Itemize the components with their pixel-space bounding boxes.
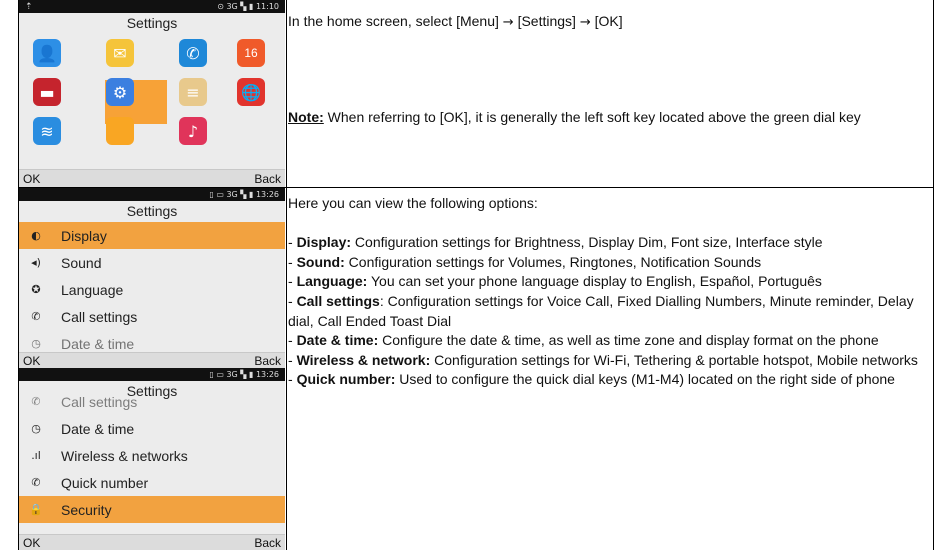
option-text: Used to configure the quick dial keys (M… <box>395 371 895 388</box>
option-description: - Sound: Configuration settings for Volu… <box>288 253 762 270</box>
settings-item-label: Date & time <box>61 420 135 437</box>
file-manager-icon[interactable] <box>106 117 134 145</box>
signal-icon: .ıl <box>31 449 41 462</box>
messages-icon[interactable]: ✉ <box>106 39 134 67</box>
settings-item-label: Display <box>61 227 107 244</box>
language-icon: ✪ <box>31 283 41 296</box>
table-border-right <box>933 0 934 550</box>
calendar-icon[interactable]: 16 <box>237 39 265 67</box>
option-term: Date & time: <box>296 332 379 349</box>
settings-item-label: Date & time <box>61 335 135 352</box>
status-text: ⊙ 3G ▚ ▮ 11:10 <box>217 2 279 11</box>
option-description: - Display: Configuration settings for Br… <box>288 234 823 251</box>
settings-gear-icon[interactable]: ⚙ <box>106 78 134 106</box>
option-description: - Quick number: Used to configure the qu… <box>288 371 895 388</box>
status-text: ▯ ▭ 3G ▚ ▮ 13:26 <box>209 370 279 379</box>
arrow-icon: → <box>579 15 591 30</box>
settings-item-label: Language <box>61 281 124 298</box>
table-column-divider <box>286 0 287 550</box>
settings-item[interactable]: ✆ Call settings <box>19 388 285 415</box>
settings-item[interactable]: 🔒 Security <box>19 496 285 523</box>
settings-item-label: Call settings <box>61 393 138 410</box>
call-icon: ✆ <box>31 395 41 408</box>
settings-item-label: Wireless & networks <box>61 447 188 464</box>
lock-icon: 🔒 <box>29 503 43 516</box>
settings-item[interactable]: .ıl Wireless & networks <box>19 442 285 469</box>
settings-item[interactable]: ◷ Date & time <box>19 415 285 442</box>
toolbox-icon[interactable]: ▬ <box>33 78 61 106</box>
wifi-icon[interactable]: ≋ <box>33 117 61 145</box>
signal-icon: ⇡ <box>25 1 33 12</box>
note-text: When referring to [OK], it is generally … <box>323 109 861 125</box>
step-instructions: In the home screen, select [Menu] → [Set… <box>288 12 928 33</box>
option-description: - Language: You can set your phone langu… <box>288 273 822 290</box>
option-term: Display: <box>296 234 352 251</box>
music-icon[interactable]: ♪ <box>179 117 207 145</box>
option-text: Configuration settings for Brightness, D… <box>351 234 823 251</box>
option-term: Call settings <box>296 292 380 309</box>
status-text: ▯ ▭ 3G ▚ ▮ 13:26 <box>209 190 279 199</box>
notes-icon[interactable]: ≡ <box>179 78 207 106</box>
clock-icon: ◷ <box>31 422 41 435</box>
soft-key-back[interactable]: Back <box>254 172 281 186</box>
option-text: : Configuration settings for Voice Call,… <box>288 292 914 329</box>
phone-settings-list-bottom: ▯ ▭ 3G ▚ ▮ 13:26 Settings ✆ Call settings… <box>19 368 285 550</box>
soft-key-ok[interactable]: OK <box>23 172 40 186</box>
option-term: Language: <box>296 273 368 290</box>
phone-home-menu-screenshot: ⇡ ⊙ 3G ▚ ▮ 11:10 Settings 👤 ✉ ✆ 16 ▬ ⚙ ≡ 🌐 ≋ ♪ OK… <box>19 0 285 187</box>
soft-key-bar: OK Back <box>19 169 285 187</box>
option-text: Configure the date & time, as well as ti… <box>378 332 879 349</box>
settings-item-label: Security <box>61 501 112 518</box>
soft-key-bar: OK Back <box>19 534 285 550</box>
status-bar: ▯ ▭ 3G ▚ ▮ 13:26 <box>19 188 285 201</box>
note-paragraph: Note: When referring to [OK], it is gene… <box>288 108 928 128</box>
soft-key-back[interactable]: Back <box>254 536 281 550</box>
settings-item-label: Sound <box>61 254 102 271</box>
options-list: - Display: Configuration settings for Br… <box>288 233 928 390</box>
quick-number-icon: ✆ <box>31 476 41 489</box>
browser-globe-icon[interactable]: 🌐 <box>237 78 265 106</box>
navigation-instruction: In the home screen, select [Menu] → [Set… <box>288 13 623 30</box>
options-description: Here you can view the following options:… <box>288 194 928 390</box>
option-text: Configuration settings for Volumes, Ring… <box>344 253 762 270</box>
option-term: Quick number: <box>296 371 396 388</box>
sound-icon: ◂) <box>31 256 41 269</box>
settings-list: ✆ Call settings ◷ Date & time .ıl Wireless & … <box>19 388 285 523</box>
option-description: - Date & time: Configure the date & time… <box>288 332 879 349</box>
instruction-table: ⇡ ⊙ 3G ▚ ▮ 11:10 Settings 👤 ✉ ✆ 16 ▬ ⚙ ≡ 🌐 ≋ ♪ OK… <box>18 0 934 550</box>
call-icon: ✆ <box>31 310 41 323</box>
screen-title: Settings <box>126 15 178 31</box>
settings-item[interactable]: ✆ Call settings <box>19 303 285 330</box>
option-term: Wireless & network: <box>296 351 431 368</box>
status-bar: ▯ ▭ 3G ▚ ▮ 13:26 <box>19 368 285 381</box>
option-text: Configuration settings for Wi-Fi, Tether… <box>430 351 918 368</box>
option-text: You can set your phone language display … <box>367 273 822 290</box>
arrow-icon: → <box>502 15 514 30</box>
contacts-icon[interactable]: 👤 <box>33 39 61 67</box>
note-label: Note: <box>288 109 324 125</box>
display-icon: ◐ <box>31 229 41 242</box>
options-intro: Here you can view the following options: <box>288 195 538 211</box>
option-description: - Call settings: Configuration settings … <box>288 292 914 329</box>
settings-item[interactable]: ✪ Language <box>19 276 285 303</box>
soft-key-ok[interactable]: OK <box>23 536 40 550</box>
phone-settings-list-top: ▯ ▭ 3G ▚ ▮ 13:26 Settings ◐ Display ◂) Soun… <box>19 188 285 368</box>
soft-key-ok[interactable]: OK <box>23 354 40 368</box>
settings-item[interactable]: ◂) Sound <box>19 249 285 276</box>
soft-key-bar: OK Back <box>19 352 285 368</box>
clock-icon: ◷ <box>31 337 41 350</box>
soft-key-back[interactable]: Back <box>254 354 281 368</box>
settings-item[interactable]: ✆ Quick number <box>19 469 285 496</box>
status-bar: ⇡ ⊙ 3G ▚ ▮ 11:10 <box>19 0 285 13</box>
screen-title: Settings <box>126 203 178 219</box>
option-term: Sound: <box>296 253 345 270</box>
option-description: - Wireless & network: Configuration sett… <box>288 351 918 368</box>
settings-item-label: Call settings <box>61 308 138 325</box>
settings-list: ◐ Display ◂) Sound ✪ Language ✆ Call settings ◷ D… <box>19 222 285 357</box>
settings-item-label: Quick number <box>61 474 149 491</box>
settings-item[interactable]: ◐ Display <box>19 222 285 249</box>
phone-icon[interactable]: ✆ <box>179 39 207 67</box>
